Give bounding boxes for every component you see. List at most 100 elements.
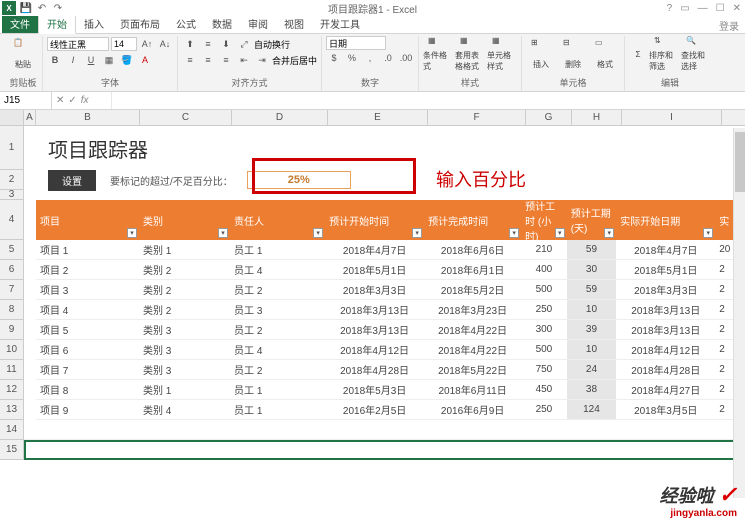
enter-icon[interactable]: ✓ [68,95,76,106]
hdr-project[interactable]: 项目▾ [36,200,139,240]
table-row[interactable]: 项目 5类别 3员工 22018年3月13日2018年4月22日30039201… [36,320,745,340]
increase-decimal-icon[interactable]: .0 [380,50,396,66]
cell-project[interactable]: 项目 8 [36,380,139,399]
row-4[interactable]: 4 [0,200,24,240]
cell-est-end[interactable]: 2018年3月23日 [424,300,521,319]
undo-icon[interactable]: ↶ [36,2,48,14]
tab-file[interactable]: 文件 [2,14,38,33]
cell-hours[interactable]: 500 [521,280,567,299]
cell-category[interactable]: 类别 2 [139,300,230,319]
cell-est-end[interactable]: 2018年4月22日 [424,320,521,339]
cell-owner[interactable]: 员工 4 [230,260,325,279]
cell-project[interactable]: 项目 2 [36,260,139,279]
orientation-icon[interactable]: ⤢ [236,36,252,52]
row-header[interactable]: 6 [0,260,24,280]
row-header[interactable]: 10 [0,340,24,360]
cell-project[interactable]: 项目 7 [36,360,139,379]
wrap-text-button[interactable]: 自动换行 [254,38,290,51]
cell-days[interactable]: 10 [567,300,617,319]
filter-icon[interactable]: ▾ [604,228,614,238]
cancel-icon[interactable]: ✕ [56,95,64,106]
cell-est-end[interactable]: 2018年6月1日 [424,260,521,279]
table-row[interactable]: 项目 6类别 3员工 42018年4月12日2018年4月22日50010201… [36,340,745,360]
filter-icon[interactable]: ▾ [313,228,323,238]
hdr-act-start[interactable]: 实际开始日期▾ [616,200,715,240]
table-row[interactable]: 项目 7类别 3员工 22018年4月28日2018年5月22日75024201… [36,360,745,380]
hdr-est-end[interactable]: 预计完成时间▾ [424,200,521,240]
cell-act-start[interactable]: 2018年5月1日 [616,260,715,279]
save-icon[interactable]: 💾 [20,2,32,14]
cell-days[interactable]: 10 [567,340,617,359]
comma-icon[interactable]: , [362,50,378,66]
cell-est-end[interactable]: 2018年4月22日 [424,340,521,359]
cell-days[interactable]: 59 [567,240,617,259]
cell-hours[interactable]: 250 [521,300,567,319]
cell-est-end[interactable]: 2016年6月9日 [424,400,521,419]
cell-hours[interactable]: 250 [521,400,567,419]
underline-button[interactable]: U [83,52,99,68]
align-center-icon[interactable]: ≡ [200,52,216,68]
cell-category[interactable]: 类别 3 [139,360,230,379]
cell-owner[interactable]: 员工 2 [230,320,325,339]
paste-button[interactable]: 📋 粘贴 [8,36,38,72]
cell-days[interactable]: 30 [567,260,617,279]
cell-category[interactable]: 类别 3 [139,320,230,339]
decrease-font-icon[interactable]: A↓ [157,36,173,52]
hdr-category[interactable]: 类别▾ [139,200,230,240]
cell-days[interactable]: 39 [567,320,617,339]
table-row[interactable]: 项目 4类别 2员工 32018年3月13日2018年3月23日25010201… [36,300,745,320]
cell-category[interactable]: 类别 2 [139,260,230,279]
col-b[interactable]: B [36,110,140,125]
col-f[interactable]: F [428,110,526,125]
indent-dec-icon[interactable]: ⇤ [236,52,252,68]
row-1[interactable]: 1 [0,126,24,170]
cell-project[interactable]: 项目 4 [36,300,139,319]
filter-icon[interactable]: ▾ [703,228,713,238]
cell-owner[interactable]: 员工 3 [230,300,325,319]
bold-button[interactable]: B [47,52,63,68]
cell-act-start[interactable]: 2018年4月7日 [616,240,715,259]
cell-project[interactable]: 项目 3 [36,280,139,299]
cell-est-start[interactable]: 2018年5月1日 [325,260,424,279]
cell-est-start[interactable]: 2018年3月13日 [325,320,424,339]
col-c[interactable]: C [140,110,232,125]
decrease-decimal-icon[interactable]: .00 [398,50,414,66]
cell-category[interactable]: 类别 1 [139,240,230,259]
filter-icon[interactable]: ▾ [218,228,228,238]
cell-hours[interactable]: 450 [521,380,567,399]
row-header[interactable]: 5 [0,240,24,260]
cell-est-start[interactable]: 2018年5月3日 [325,380,424,399]
ribbon-display-icon[interactable]: ▭ [680,3,689,14]
cell-styles-button[interactable]: ▦单元格样式 [487,36,517,72]
cell-est-start[interactable]: 2018年3月13日 [325,300,424,319]
italic-button[interactable]: I [65,52,81,68]
table-row[interactable]: 项目 8类别 1员工 12018年5月3日2018年6月11日450382018… [36,380,745,400]
cell-category[interactable]: 类别 4 [139,400,230,419]
select-all-corner[interactable] [0,110,24,125]
redo-icon[interactable]: ↷ [52,2,64,14]
cell-est-start[interactable]: 2018年3月3日 [325,280,424,299]
col-g[interactable]: G [526,110,572,125]
align-bottom-icon[interactable]: ⬇ [218,36,234,52]
font-size-select[interactable] [111,37,137,51]
increase-font-icon[interactable]: A↑ [139,36,155,52]
cell-category[interactable]: 类别 2 [139,280,230,299]
table-row[interactable]: 项目 1类别 1员工 12018年4月7日2018年6月6日210592018年… [36,240,745,260]
cell-est-start[interactable]: 2018年4月28日 [325,360,424,379]
cell-act-start[interactable]: 2018年4月27日 [616,380,715,399]
cell-owner[interactable]: 员工 1 [230,380,325,399]
row-header[interactable]: 12 [0,380,24,400]
settings-button[interactable]: 设置 [48,170,96,191]
number-format-select[interactable] [326,36,386,50]
fill-color-icon[interactable]: 🪣 [119,52,135,68]
tab-layout[interactable]: 页面布局 [112,14,168,33]
cell-hours[interactable]: 300 [521,320,567,339]
font-color-icon[interactable]: A [137,52,153,68]
row-3[interactable]: 3 [0,190,24,200]
col-h[interactable]: H [572,110,622,125]
cell-est-end[interactable]: 2018年6月6日 [424,240,521,259]
name-box[interactable]: J15 [0,92,52,109]
cell-days[interactable]: 38 [567,380,617,399]
close-icon[interactable]: ✕ [733,3,741,14]
hdr-est-hours[interactable]: 预计工时 (小时)▾ [521,200,567,240]
